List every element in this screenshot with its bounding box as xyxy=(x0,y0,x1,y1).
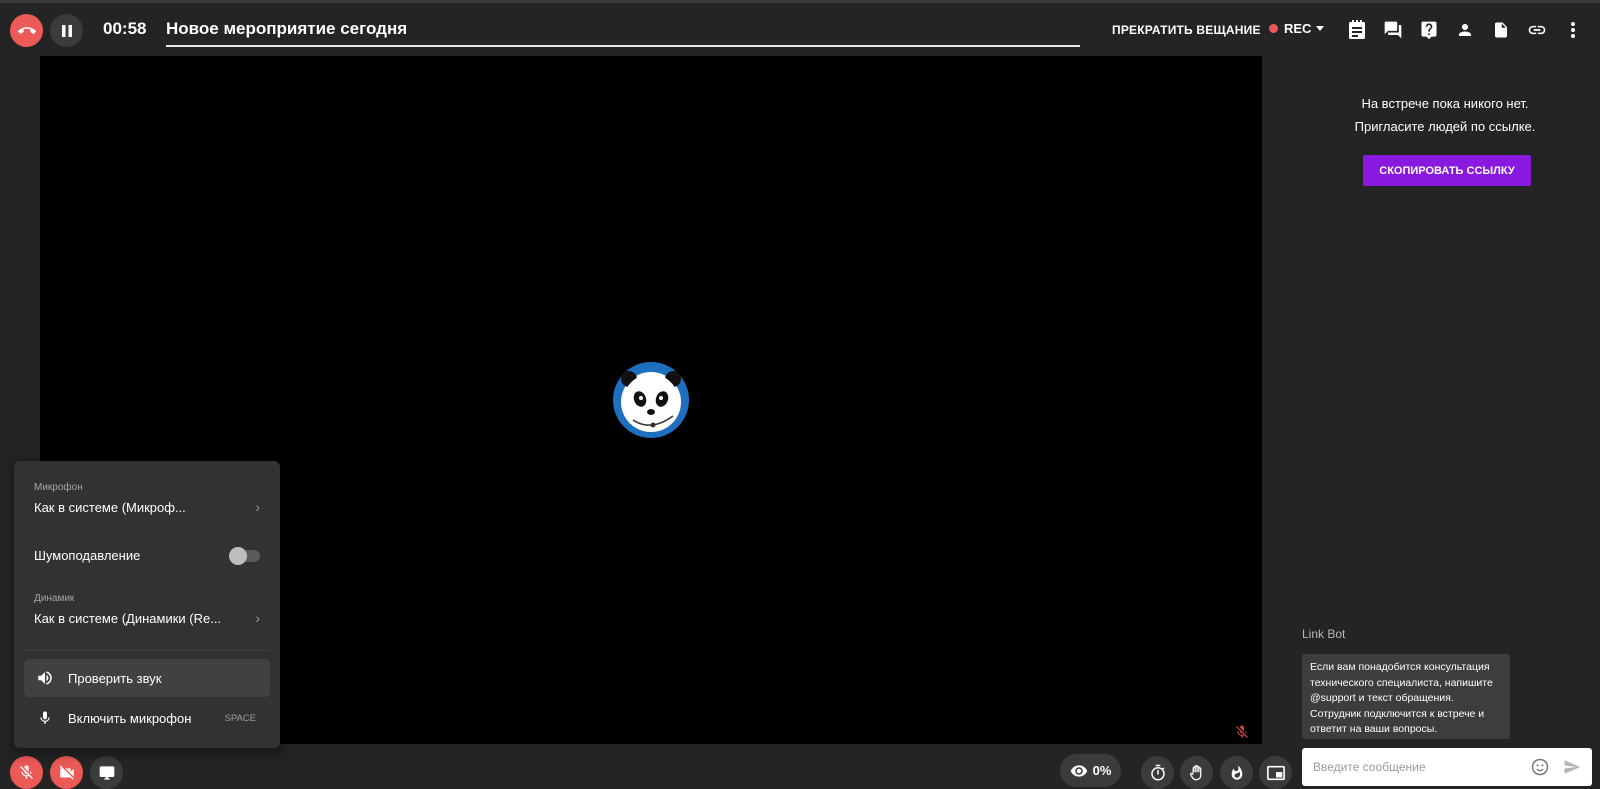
stop-broadcast-button[interactable]: ПРЕКРАТИТЬ ВЕЩАНИЕ xyxy=(1112,23,1261,37)
hangup-icon xyxy=(17,26,36,34)
chat-message-input[interactable] xyxy=(1302,748,1524,786)
rec-dropdown[interactable]: REC xyxy=(1269,21,1325,36)
rec-label: REC xyxy=(1284,21,1312,36)
raise-hand-button[interactable] xyxy=(1180,756,1213,789)
document-button[interactable] xyxy=(1490,19,1512,41)
pause-icon xyxy=(61,24,72,37)
speaker-label: Динамик xyxy=(34,593,75,604)
empty-message-line2: Пригласите людей по ссылке. xyxy=(1354,119,1536,134)
reactions-button[interactable] xyxy=(1220,756,1253,789)
chevron-right-icon: › xyxy=(255,499,260,515)
link-icon xyxy=(1528,25,1546,35)
chat-button[interactable] xyxy=(1382,19,1404,41)
enable-microphone-label: Включить микрофон xyxy=(68,710,192,726)
send-icon[interactable] xyxy=(1563,758,1581,776)
microphone-label: Микрофон xyxy=(34,482,83,493)
fire-icon xyxy=(1231,764,1242,780)
person-icon xyxy=(1459,24,1471,36)
camera-off-icon xyxy=(59,765,74,780)
pause-button[interactable] xyxy=(50,14,83,47)
speaker-select[interactable]: Как в системе (Динамики (Re... › xyxy=(34,610,260,626)
raise-hand-icon xyxy=(1189,764,1201,780)
caret-down-icon xyxy=(1316,26,1325,31)
notes-icon xyxy=(1349,20,1365,39)
chat-input-box xyxy=(1302,748,1592,786)
chevron-right-icon: › xyxy=(255,610,260,626)
microphone-value: Как в системе (Микроф... xyxy=(34,499,186,515)
timer-icon xyxy=(1150,764,1165,780)
check-sound-button[interactable]: Проверить звук xyxy=(24,659,270,697)
eye-icon xyxy=(1070,764,1087,777)
viewers-button[interactable]: 0% xyxy=(1060,754,1121,787)
meeting-title: Новое мероприятие сегодня xyxy=(166,19,408,38)
notes-button[interactable] xyxy=(1346,19,1368,41)
menu-divider xyxy=(24,650,270,651)
toggle-knob xyxy=(229,546,247,565)
noise-suppression-label: Шумоподавление xyxy=(34,548,141,563)
layout-button[interactable] xyxy=(1259,756,1292,789)
link-button[interactable] xyxy=(1526,19,1548,41)
audio-settings-menu: Микрофон Как в системе (Микроф... › Шумо… xyxy=(14,461,280,748)
empty-message-line1: На встрече пока никого нет. xyxy=(1361,96,1529,111)
speaker-value: Как в системе (Динамики (Re... xyxy=(34,610,222,626)
enable-microphone-button[interactable]: Включить микрофон SPACE xyxy=(24,699,270,737)
bot-sender-name: Link Bot xyxy=(1302,627,1346,641)
hangup-button[interactable] xyxy=(10,14,43,47)
noise-suppression-toggle[interactable] xyxy=(229,546,260,565)
mic-icon xyxy=(36,709,54,727)
mic-off-icon xyxy=(20,765,33,779)
timer-button[interactable] xyxy=(1141,756,1174,789)
screen-share-button[interactable] xyxy=(90,756,123,789)
rec-indicator-icon xyxy=(1269,24,1278,33)
screen-share-icon xyxy=(99,765,114,780)
camera-toggle-button[interactable] xyxy=(50,756,83,789)
shortcut-hint: SPACE xyxy=(224,712,256,724)
empty-meeting-message: На встрече пока никого нет. Пригласите л… xyxy=(1290,92,1600,138)
check-sound-label: Проверить звук xyxy=(68,670,162,686)
meeting-timer: 00:58 xyxy=(103,19,147,38)
bot-message: Если вам понадобится консультация технич… xyxy=(1302,654,1510,739)
mic-muted-icon xyxy=(1236,725,1248,738)
noise-suppression-row[interactable]: Шумоподавление xyxy=(34,546,260,565)
more-button[interactable] xyxy=(1562,19,1584,41)
more-icon xyxy=(1571,22,1575,38)
emoji-icon[interactable] xyxy=(1530,757,1550,777)
meeting-title-field[interactable]: Новое мероприятие сегодня xyxy=(166,17,1080,47)
chat-icon xyxy=(1384,21,1402,39)
top-bar: 00:58 Новое мероприятие сегодня ПРЕКРАТИ… xyxy=(0,3,1600,53)
layout-icon xyxy=(1266,765,1285,780)
participants-button[interactable] xyxy=(1454,19,1476,41)
viewers-percent: 0% xyxy=(1092,763,1112,778)
copy-link-button[interactable]: СКОПИРОВАТЬ ССЫЛКУ xyxy=(1363,155,1531,186)
speaker-icon xyxy=(36,669,54,687)
document-icon xyxy=(1495,22,1507,38)
microphone-select[interactable]: Как в системе (Микроф... › xyxy=(34,499,260,515)
panda-avatar xyxy=(613,362,689,438)
help-button[interactable] xyxy=(1418,19,1440,41)
mic-toggle-button[interactable] xyxy=(10,756,43,789)
help-icon xyxy=(1421,21,1437,40)
